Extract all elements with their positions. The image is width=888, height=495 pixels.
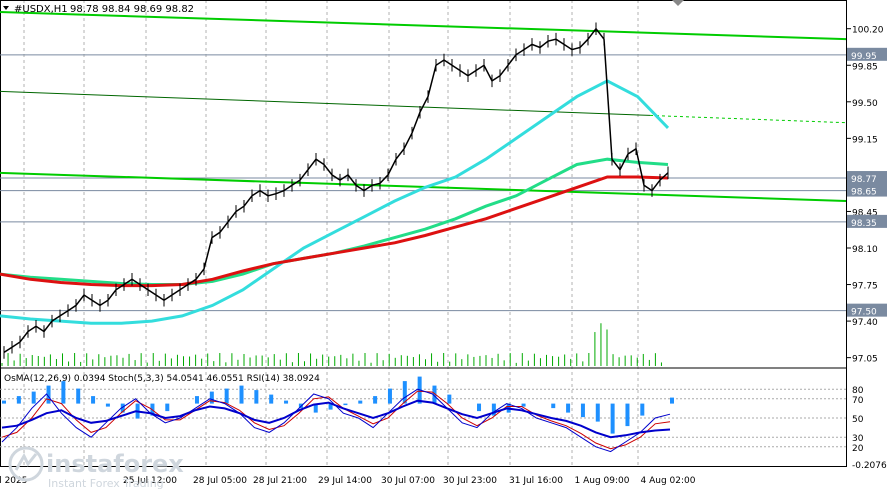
indicator-y-tick: 70: [852, 396, 864, 406]
indicator-y-tick: 30: [852, 434, 864, 444]
stoch-signal-line: [1, 390, 671, 450]
osma-bar: [76, 388, 81, 404]
osma-bar: [2, 400, 6, 404]
y-tick-label: 99.15: [852, 135, 878, 145]
y-tick-label: 100.20: [852, 26, 884, 36]
osma-bar: [610, 403, 615, 434]
price-label: 99.95: [851, 52, 877, 62]
chart-canvas[interactable]: 100.2099.8599.5099.1598.8098.4598.1097.7…: [0, 0, 888, 491]
osma-bar: [194, 396, 199, 404]
price-label: 98.35: [851, 219, 877, 229]
osma-bar: [447, 394, 452, 404]
osma-bar: [358, 400, 363, 404]
y-tick-label: 97.75: [852, 282, 878, 292]
osma-bar: [105, 403, 110, 407]
osma-bar: [224, 388, 229, 404]
watermark-tagline: Instant Forex Trading: [48, 477, 164, 490]
y-tick-label: 97.05: [852, 355, 878, 365]
price-chart-svg[interactable]: 100.2099.8599.5099.1598.8098.4598.1097.7…: [0, 0, 888, 491]
x-tick-label: 28 Jul 21:00: [253, 476, 307, 486]
osma-bar: [477, 403, 482, 412]
scroll-marker-icon[interactable]: [672, 0, 684, 6]
osma-bar: [373, 396, 378, 404]
instaforex-logo-icon: [8, 446, 44, 482]
instaforex-logo: instaforex Instant Forex Trading: [6, 444, 196, 490]
chart-frame: [0, 0, 847, 467]
y-tick-label: 97.40: [852, 318, 878, 328]
x-tick-label: 29 Jul 14:00: [318, 476, 372, 486]
indicator-y-tick: 80: [852, 386, 864, 396]
osma-bar: [165, 403, 170, 412]
indicator-header: OsMA(12,26,9) 0.0394 Stoch(5,3,3) 54.054…: [4, 374, 320, 384]
x-tick-label: 4 Aug 02:00: [641, 476, 696, 486]
osma-bar: [640, 403, 645, 416]
osma-bar: [387, 388, 392, 404]
osma-bar: [625, 403, 630, 427]
osma-bar: [551, 403, 556, 409]
indicator-y-tick: -0.2076: [852, 461, 887, 471]
osma-bar: [91, 396, 96, 404]
x-tick-label: 30 Jul 07:00: [381, 476, 435, 486]
watermark-brand: instaforex: [46, 450, 184, 478]
channel-middle-projection: [649, 114, 847, 124]
osma-bar: [16, 396, 21, 404]
osma-bar: [269, 394, 274, 404]
osma-bar: [595, 403, 600, 422]
osma-bar: [61, 381, 66, 404]
x-tick-label: 30 Jul 23:00: [443, 476, 497, 486]
osma-bar: [580, 403, 585, 418]
osma-bar: [284, 400, 289, 404]
y-tick-label: 99.50: [852, 99, 878, 109]
x-tick-label: 28 Jul 05:00: [193, 476, 247, 486]
indicator-y-tick: 50: [852, 415, 864, 425]
y-tick-label: 99.85: [852, 62, 878, 72]
y-tick-label: 98.10: [852, 245, 878, 255]
osma-bar: [209, 391, 214, 404]
osma-bar: [670, 397, 674, 404]
symbol-dropdown-icon[interactable]: [3, 6, 9, 10]
osma-bar: [31, 391, 36, 404]
osma-bar: [239, 385, 244, 404]
x-tick-label: 31 Jul 16:00: [509, 476, 563, 486]
osma-bar: [343, 403, 348, 406]
indicator-y-tick: 20: [852, 444, 864, 454]
osma-bar: [566, 403, 571, 413]
chart-ohlc: 98.78 98.84 98.69 98.82: [70, 4, 194, 15]
channel-line: [0, 11, 847, 41]
price-label: 98.77: [851, 175, 877, 185]
price-label: 98.65: [851, 188, 877, 198]
price-label: 97.50: [851, 308, 877, 318]
osma-bar: [521, 403, 526, 407]
x-tick-label: 1 Aug 09:00: [575, 476, 630, 486]
chart-symbol: #USDX,H1: [14, 4, 68, 15]
osma-bar: [254, 390, 259, 404]
ma-ema-fast: [0, 79, 670, 325]
